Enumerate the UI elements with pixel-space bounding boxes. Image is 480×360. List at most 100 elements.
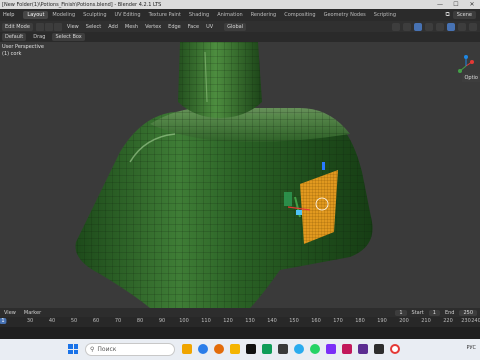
blender-icon[interactable]	[214, 344, 224, 354]
tray-language[interactable]: РУС	[466, 345, 476, 351]
tool-settings-bar: Default Drag Select Box	[0, 32, 480, 42]
window-controls: — ☐ ✕	[432, 1, 480, 8]
taskbar-search[interactable]: ⚲ Поиск	[85, 343, 175, 356]
viewport-header: Edit Mode View Select Add Mesh Vertex Ed…	[0, 21, 480, 32]
search-placeholder: Поиск	[97, 346, 117, 353]
ruler-tick: 70	[114, 318, 122, 324]
timeline-menu-view[interactable]: View	[2, 310, 18, 316]
whatsapp-icon[interactable]	[310, 344, 320, 354]
app2-icon[interactable]	[262, 344, 272, 354]
start-windows-icon[interactable]	[68, 344, 78, 354]
timeline-menu-marker[interactable]: Marker	[22, 310, 43, 316]
tab-scripting[interactable]: Scripting	[370, 11, 400, 19]
tab-modeling[interactable]: Modeling	[48, 11, 79, 19]
edge-select-icon[interactable]	[44, 22, 53, 31]
start-frame-field[interactable]: 1	[428, 309, 440, 316]
top-menubar: Help Layout Modeling Sculpting UV Editin…	[0, 9, 480, 21]
select-box-dropdown[interactable]: Select Box	[52, 33, 85, 41]
frame-range-controls: 1 Start 1 End 250	[395, 309, 480, 316]
bottle-mesh-render	[75, 42, 373, 308]
mode-dropdown[interactable]: Edit Mode	[2, 22, 33, 31]
tab-rendering[interactable]: Rendering	[247, 11, 281, 19]
visual-studio-icon[interactable]	[358, 344, 368, 354]
scene-name[interactable]: Scene	[452, 11, 476, 19]
ruler-tick: 150	[289, 318, 299, 324]
current-frame-field[interactable]: 1	[395, 309, 407, 316]
ruler-tick: 190	[377, 318, 387, 324]
opera-icon[interactable]	[390, 344, 400, 354]
folder-icon[interactable]	[230, 344, 240, 354]
vertex-select-icon[interactable]	[35, 22, 44, 31]
windows-taskbar: ⚲ Поиск РУС	[0, 339, 480, 360]
3d-viewport[interactable]: User Perspective (1) cork Optio	[0, 42, 480, 308]
ruler-tick: 50	[70, 318, 78, 324]
app4-icon[interactable]	[326, 344, 336, 354]
telegram-icon[interactable]	[294, 344, 304, 354]
solid-shading-icon[interactable]	[447, 22, 455, 31]
ruler-tick: 40	[48, 318, 56, 324]
wireframe-shading-icon[interactable]	[436, 22, 444, 31]
view-perspective-label: User Perspective	[2, 44, 44, 50]
scene-selector[interactable]: ⧉ Scene	[445, 11, 480, 19]
menu-uv[interactable]: UV	[204, 24, 215, 30]
menu-face[interactable]: Face	[186, 24, 201, 30]
menu-vertex[interactable]: Vertex	[143, 24, 163, 30]
rendered-shading-icon[interactable]	[469, 22, 477, 31]
playhead-frame[interactable]: 1	[0, 318, 7, 324]
ruler-tick: 130	[245, 318, 255, 324]
search-icon: ⚲	[90, 346, 95, 353]
tab-layout[interactable]: Layout	[23, 11, 49, 19]
workspace-tabs: Layout Modeling Sculpting UV Editing Tex…	[23, 11, 400, 19]
select-mode-buttons	[35, 22, 62, 31]
ruler-tick: 180	[355, 318, 365, 324]
app6-icon[interactable]	[374, 344, 384, 354]
menu-edge[interactable]: Edge	[166, 24, 183, 30]
ruler-tick: 220	[443, 318, 453, 324]
ruler-tick: 170	[333, 318, 343, 324]
ruler-tick: 230	[461, 318, 471, 324]
timeline-track-area[interactable]	[0, 327, 480, 339]
files-icon[interactable]	[182, 344, 192, 354]
maximize-button[interactable]: ☐	[448, 1, 464, 8]
ruler-tick: 120	[223, 318, 233, 324]
face-select-icon[interactable]	[53, 22, 62, 31]
ruler-tick: 110	[201, 318, 211, 324]
material-shading-icon[interactable]	[458, 22, 466, 31]
minimize-button[interactable]: —	[432, 1, 448, 8]
tab-uv-editing[interactable]: UV Editing	[111, 11, 145, 19]
ruler-tick: 30	[26, 318, 34, 324]
timeline-ruler[interactable]: 1 30 40 50 60 70 80 90 100 110 120 130 1…	[0, 317, 480, 327]
app-icon[interactable]	[246, 344, 256, 354]
xray-toggle-icon[interactable]	[425, 22, 433, 31]
viewport-right-controls	[392, 22, 480, 31]
visibility-icon[interactable]	[392, 22, 400, 31]
browser-icon[interactable]	[198, 344, 208, 354]
ruler-tick: 60	[92, 318, 100, 324]
overlay-toggle-icon[interactable]	[414, 22, 422, 31]
tab-geometry-nodes[interactable]: Geometry Nodes	[320, 11, 370, 19]
scene-icon: ⧉	[445, 11, 450, 18]
end-label: End	[444, 309, 455, 316]
window-titlebar: [New Folder(1)\Potions_Finish\Potions.bl…	[0, 0, 480, 9]
tab-sculpting[interactable]: Sculpting	[79, 11, 110, 19]
menu-view[interactable]: View	[65, 24, 81, 30]
tab-texture-paint[interactable]: Texture Paint	[145, 11, 185, 19]
close-button[interactable]: ✕	[464, 1, 480, 8]
app5-icon[interactable]	[342, 344, 352, 354]
transform-orientation-dropdown[interactable]: Global	[224, 22, 247, 31]
menu-add[interactable]: Add	[106, 24, 120, 30]
ruler-tick: 160	[311, 318, 321, 324]
tab-compositing[interactable]: Compositing	[280, 11, 319, 19]
menu-select[interactable]: Select	[84, 24, 103, 30]
options-tab[interactable]: Optio	[462, 74, 480, 82]
app3-icon[interactable]	[278, 344, 288, 354]
gizmo-toggle-icon[interactable]	[403, 22, 411, 31]
pivot-dropdown[interactable]: Default	[2, 33, 27, 41]
menu-mesh[interactable]: Mesh	[123, 24, 140, 30]
timeline-header: View Marker 1 Start 1 End 250	[0, 308, 480, 317]
end-frame-field[interactable]: 250	[459, 309, 477, 316]
tab-animation[interactable]: Animation	[213, 11, 247, 19]
tab-shading[interactable]: Shading	[185, 11, 213, 19]
drag-label: Drag	[33, 34, 46, 40]
menu-help[interactable]: Help	[0, 12, 17, 18]
